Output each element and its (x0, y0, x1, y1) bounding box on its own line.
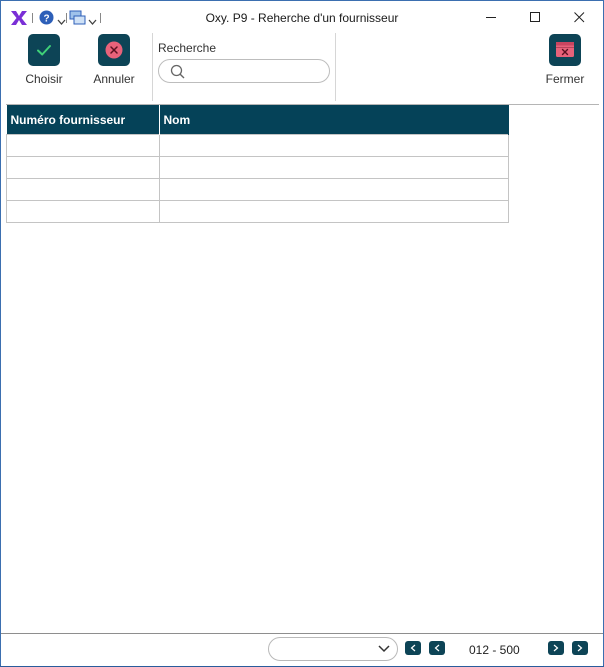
chevron-down-icon (378, 645, 390, 653)
close-button-label: Fermer (545, 72, 585, 86)
maximize-icon (530, 12, 540, 22)
cancel-icon (98, 34, 130, 66)
last-page-button[interactable] (572, 641, 588, 655)
search-label: Recherche (158, 41, 217, 55)
table-row[interactable] (6, 178, 509, 201)
previous-page-button[interactable] (429, 641, 445, 655)
results-area: Numéro fournisseur Nom (6, 104, 599, 633)
choose-button[interactable]: Choisir (19, 34, 69, 86)
close-screen-icon (549, 34, 581, 66)
close-button[interactable]: Fermer (539, 34, 591, 86)
chevron-right-icon (577, 644, 583, 652)
minimize-icon (486, 17, 496, 18)
search-box[interactable] (158, 59, 330, 83)
choose-button-label: Choisir (25, 72, 63, 86)
check-icon (28, 34, 60, 66)
search-input[interactable] (189, 63, 327, 81)
table-cell-name[interactable] (158, 156, 509, 179)
toolbar-divider (152, 33, 153, 101)
table-cell-supplier-number[interactable] (6, 200, 160, 223)
table-row[interactable] (6, 156, 509, 179)
cancel-button-label: Annuler (93, 72, 135, 86)
table-cell-supplier-number[interactable] (6, 178, 160, 201)
cancel-button[interactable]: Annuler (89, 34, 139, 86)
next-page-button[interactable] (548, 641, 564, 655)
minimize-button[interactable] (469, 5, 513, 29)
table-cell-supplier-number[interactable] (6, 156, 160, 179)
maximize-button[interactable] (513, 5, 557, 29)
chevron-left-icon (434, 644, 440, 652)
supplier-table: Numéro fournisseur Nom (6, 105, 509, 223)
table-row[interactable] (6, 134, 509, 157)
table-cell-name[interactable] (158, 200, 509, 223)
page-range-text: 012 - 500 (469, 643, 520, 657)
table-cell-name[interactable] (158, 178, 509, 201)
table-header-row: Numéro fournisseur Nom (6, 105, 509, 135)
column-header-name[interactable]: Nom (159, 105, 509, 135)
close-icon (574, 12, 585, 23)
column-header-supplier-number[interactable]: Numéro fournisseur (6, 105, 160, 135)
close-window-button[interactable] (557, 5, 601, 29)
toolbar: Choisir Annuler Recherche Fermer (1, 33, 603, 103)
table-cell-name[interactable] (158, 134, 509, 157)
first-page-button[interactable] (405, 641, 421, 655)
search-icon (170, 64, 185, 79)
page-size-dropdown[interactable] (268, 637, 398, 661)
chevron-right-icon (553, 644, 559, 652)
table-row[interactable] (6, 200, 509, 223)
title-bar: ? Oxy. P9 - Reherche d'un fournisseur (1, 1, 603, 33)
table-cell-supplier-number[interactable] (6, 134, 160, 157)
toolbar-divider (335, 33, 336, 101)
app-window: ? Oxy. P9 - Reherche d'un fournisseur Ch… (0, 0, 604, 667)
pagination-bar: 012 - 500 (1, 633, 603, 666)
chevron-left-icon (410, 644, 416, 652)
